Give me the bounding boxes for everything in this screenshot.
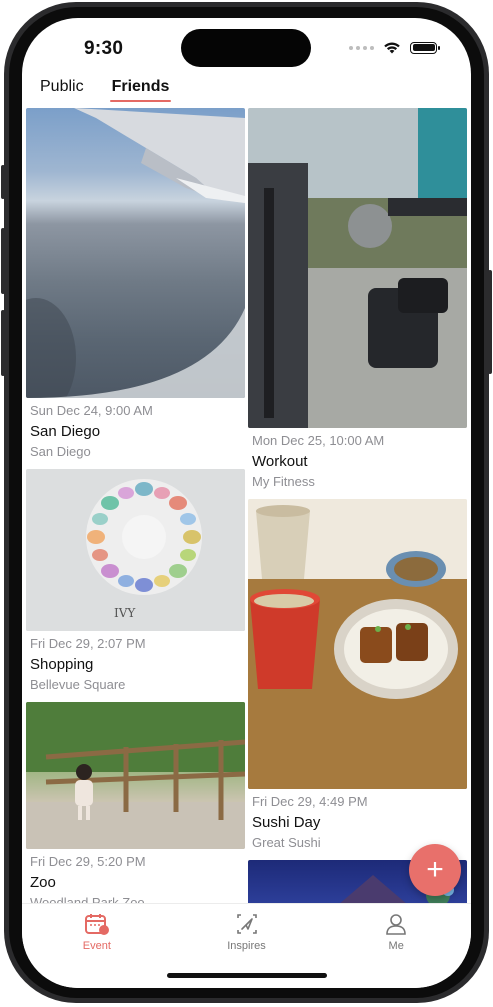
tab-event[interactable]: Event xyxy=(22,904,172,988)
power-button xyxy=(488,270,492,374)
event-location: My Fitness xyxy=(252,474,315,489)
feed-column-left: Sun Dec 24, 9:00 AM San Diego San Diego xyxy=(26,108,245,903)
add-event-button[interactable]: + xyxy=(409,844,461,896)
event-meta: Sun Dec 24, 9:00 AM San Diego San Diego xyxy=(26,398,245,461)
action-button xyxy=(1,165,5,199)
airplane-window-photo xyxy=(26,108,245,398)
event-title: Workout xyxy=(252,453,308,470)
event-title: Sushi Day xyxy=(252,814,321,831)
event-feed[interactable]: Sun Dec 24, 9:00 AM San Diego San Diego xyxy=(26,108,467,903)
person-icon xyxy=(384,912,408,936)
event-meta: Mon Dec 25, 10:00 AM Workout My Fitness xyxy=(248,428,467,491)
event-meta: Fri Dec 29, 5:20 PM Zoo Woodland Park Zo… xyxy=(26,849,245,903)
home-indicator[interactable] xyxy=(167,973,327,978)
event-date: Fri Dec 29, 2:07 PM xyxy=(30,636,146,651)
calendar-icon xyxy=(84,912,110,936)
event-title: Zoo xyxy=(30,874,56,891)
app-screen: 9:30 Public Friends Sun Dec 24, 9:00 AM … xyxy=(22,18,471,988)
event-location: Bellevue Square xyxy=(30,677,126,692)
feed-column-right: Mon Dec 25, 10:00 AM Workout My Fitness xyxy=(248,108,467,903)
event-location: San Diego xyxy=(30,444,91,459)
feed-tabs: Public Friends xyxy=(40,78,172,102)
event-card-san-diego[interactable]: Sun Dec 24, 9:00 AM San Diego San Diego xyxy=(26,108,245,461)
dynamic-island xyxy=(181,29,311,67)
tab-event-label: Event xyxy=(82,940,111,952)
battery-icon xyxy=(410,41,440,54)
volume-up-button xyxy=(1,228,5,294)
event-card-shopping[interactable]: IVY Fri Dec 29, 2:07 PM Shopping Bellevu… xyxy=(26,469,245,694)
event-card-zoo[interactable]: Fri Dec 29, 5:20 PM Zoo Woodland Park Zo… xyxy=(26,702,245,903)
tab-public[interactable]: Public xyxy=(40,78,84,102)
event-location: Woodland Park Zoo xyxy=(30,895,145,903)
unagi-don-photo xyxy=(248,499,467,789)
status-indicators xyxy=(349,41,440,54)
child-at-zoo-photo xyxy=(26,702,245,849)
volume-down-button xyxy=(1,310,5,376)
event-meta: Fri Dec 29, 2:07 PM Shopping Bellevue Sq… xyxy=(26,631,245,694)
plus-icon: + xyxy=(426,853,444,886)
event-card-workout[interactable]: Mon Dec 25, 10:00 AM Workout My Fitness xyxy=(248,108,467,491)
event-title: Shopping xyxy=(30,656,94,673)
svg-text:IVY: IVY xyxy=(114,606,136,620)
wifi-icon xyxy=(383,41,401,54)
color-palette-box-photo: IVY xyxy=(26,469,245,631)
event-title: San Diego xyxy=(30,423,101,440)
event-date: Sun Dec 24, 9:00 AM xyxy=(30,403,153,418)
status-time: 9:30 xyxy=(84,38,124,59)
tab-friends[interactable]: Friends xyxy=(109,78,172,102)
tab-me[interactable]: Me xyxy=(321,904,471,988)
phone-device: 9:30 Public Friends Sun Dec 24, 9:00 AM … xyxy=(0,0,493,1007)
event-date: Mon Dec 25, 10:00 AM xyxy=(252,433,385,448)
event-date: Fri Dec 29, 5:20 PM xyxy=(30,854,146,869)
navigation-icon xyxy=(235,912,259,936)
tab-me-label: Me xyxy=(388,940,404,952)
tab-inspires-label: Inspires xyxy=(227,940,266,952)
event-date: Fri Dec 29, 4:49 PM xyxy=(252,794,368,809)
event-card-sushi-day[interactable]: Fri Dec 29, 4:49 PM Sushi Day Great Sush… xyxy=(248,499,467,852)
gym-machine-photo xyxy=(248,108,467,428)
cellular-signal-icon xyxy=(349,45,374,50)
event-meta: Fri Dec 29, 4:49 PM Sushi Day Great Sush… xyxy=(248,789,467,852)
